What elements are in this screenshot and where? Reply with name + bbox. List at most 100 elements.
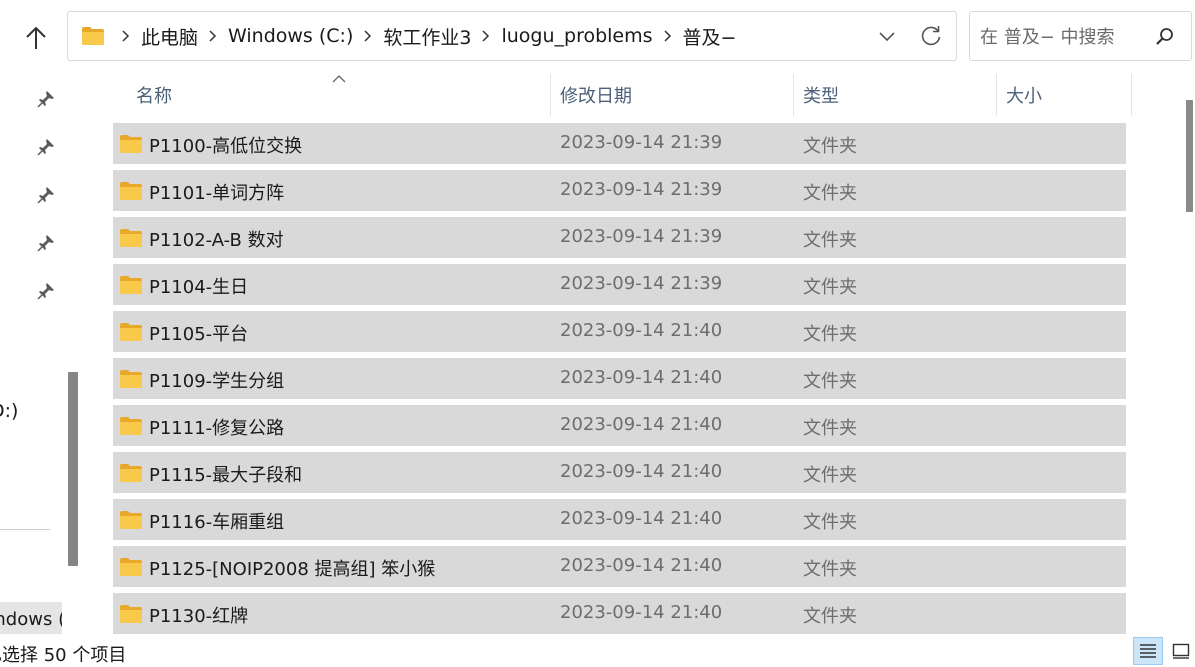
column-header-name[interactable]: 名称 bbox=[127, 74, 551, 116]
row-type: 文件夹 bbox=[803, 371, 857, 392]
address-bar[interactable]: 此电脑 Windows (C:) 软工作业3 luogu_problems 普及… bbox=[67, 11, 957, 61]
chevron-right-icon[interactable] bbox=[471, 30, 501, 42]
file-list-scrollbar[interactable] bbox=[1183, 74, 1195, 634]
chevron-down-icon[interactable] bbox=[878, 26, 896, 50]
column-header-type[interactable]: 类型 bbox=[794, 74, 996, 116]
chevron-right-icon[interactable] bbox=[198, 30, 228, 42]
folder-icon bbox=[119, 369, 143, 394]
table-row[interactable]: P1101-单词方阵 2023-09-14 21:39 文件夹 bbox=[113, 170, 1126, 211]
breadcrumb-windows-c[interactable]: Windows (C:) bbox=[228, 25, 353, 47]
row-name: P1102-A-B 数对 bbox=[149, 230, 284, 251]
row-name: P1130-红牌 bbox=[149, 606, 249, 627]
breadcrumb-this-pc[interactable]: 此电脑 bbox=[141, 23, 198, 50]
row-modified: 2023-09-14 21:40 bbox=[560, 367, 723, 388]
nav-drive-item[interactable]: D:) bbox=[0, 400, 18, 422]
folder-icon bbox=[119, 322, 143, 347]
table-row[interactable]: P1130-红牌 2023-09-14 21:40 文件夹 bbox=[113, 593, 1126, 634]
details-view-button[interactable] bbox=[1133, 637, 1163, 665]
column-header-size[interactable]: 大小 bbox=[997, 74, 1131, 116]
selection-count: 已选择 50 个项目 bbox=[0, 645, 127, 666]
folder-icon bbox=[81, 26, 105, 46]
column-header-modified[interactable]: 修改日期 bbox=[551, 74, 793, 116]
table-row[interactable]: P1116-车厢重组 2023-09-14 21:40 文件夹 bbox=[113, 499, 1126, 540]
row-modified: 2023-09-14 21:39 bbox=[560, 179, 723, 200]
navigation-pane: D:) Windows (C:) bbox=[0, 74, 62, 634]
nav-item-label: Windows (C:) bbox=[0, 609, 62, 630]
breadcrumb-homework[interactable]: 软工作业3 bbox=[383, 23, 471, 50]
status-bar: 已选择 50 个项目 bbox=[0, 634, 1195, 667]
row-name: P1111-修复公路 bbox=[149, 418, 285, 439]
row-type: 文件夹 bbox=[803, 606, 857, 627]
pin-icon[interactable] bbox=[37, 234, 55, 252]
folder-icon bbox=[119, 134, 143, 159]
row-modified: 2023-09-14 21:40 bbox=[560, 320, 723, 341]
breadcrumb-luogu-problems[interactable]: luogu_problems bbox=[501, 25, 652, 47]
row-type: 文件夹 bbox=[803, 465, 857, 486]
row-type: 文件夹 bbox=[803, 324, 857, 345]
row-type: 文件夹 bbox=[803, 418, 857, 439]
row-name: P1104-生日 bbox=[149, 277, 249, 298]
pin-icon[interactable] bbox=[37, 186, 55, 204]
folder-icon bbox=[119, 463, 143, 488]
file-list-scrollbar-thumb[interactable] bbox=[1186, 100, 1193, 212]
pin-icon[interactable] bbox=[37, 90, 55, 108]
chevron-right-icon[interactable] bbox=[111, 30, 141, 42]
row-modified: 2023-09-14 21:39 bbox=[560, 132, 723, 153]
row-type: 文件夹 bbox=[803, 136, 857, 157]
folder-icon bbox=[119, 557, 143, 582]
table-row[interactable]: P1104-生日 2023-09-14 21:39 文件夹 bbox=[113, 264, 1126, 305]
row-name: P1115-最大子段和 bbox=[149, 465, 303, 486]
folder-icon bbox=[119, 181, 143, 206]
pin-icon[interactable] bbox=[37, 138, 55, 156]
row-modified: 2023-09-14 21:39 bbox=[560, 226, 723, 247]
table-row[interactable]: P1111-修复公路 2023-09-14 21:40 文件夹 bbox=[113, 405, 1126, 446]
row-name: P1125-[NOIP2008 提高组] 笨小猴 bbox=[149, 559, 436, 580]
chevron-right-icon[interactable] bbox=[353, 30, 383, 42]
row-name: P1116-车厢重组 bbox=[149, 512, 285, 533]
file-list: 名称 修改日期 类型 大小 P1100-高低位交换 2023-09-14 21:3… bbox=[89, 74, 1139, 634]
nav-divider bbox=[0, 529, 50, 530]
column-divider[interactable] bbox=[1131, 74, 1132, 116]
refresh-icon[interactable] bbox=[919, 24, 943, 52]
table-row[interactable]: P1100-高低位交换 2023-09-14 21:39 文件夹 bbox=[113, 123, 1126, 164]
table-row[interactable]: P1109-学生分组 2023-09-14 21:40 文件夹 bbox=[113, 358, 1126, 399]
row-name: P1101-单词方阵 bbox=[149, 183, 285, 204]
chevron-right-icon[interactable] bbox=[653, 30, 683, 42]
search-icon[interactable] bbox=[1155, 27, 1175, 51]
pin-icon[interactable] bbox=[37, 282, 55, 300]
row-name: P1100-高低位交换 bbox=[149, 136, 303, 157]
folder-icon bbox=[119, 604, 143, 629]
table-row[interactable]: P1102-A-B 数对 2023-09-14 21:39 文件夹 bbox=[113, 217, 1126, 258]
breadcrumb: 此电脑 Windows (C:) 软工作业3 luogu_problems 普及… bbox=[111, 23, 736, 50]
row-type: 文件夹 bbox=[803, 559, 857, 580]
row-modified: 2023-09-14 21:40 bbox=[560, 414, 723, 435]
folder-icon bbox=[119, 416, 143, 441]
folder-icon bbox=[119, 510, 143, 535]
nav-item-windows-c[interactable]: Windows (C:) bbox=[0, 602, 62, 634]
search-input[interactable] bbox=[978, 22, 1152, 52]
folder-icon bbox=[119, 275, 143, 300]
table-row[interactable]: P1125-[NOIP2008 提高组] 笨小猴 2023-09-14 21:40… bbox=[113, 546, 1126, 587]
table-row[interactable]: P1105-平台 2023-09-14 21:40 文件夹 bbox=[113, 311, 1126, 352]
large-icons-view-button[interactable] bbox=[1166, 637, 1195, 665]
row-modified: 2023-09-14 21:40 bbox=[560, 602, 723, 623]
folder-icon bbox=[119, 228, 143, 253]
row-modified: 2023-09-14 21:40 bbox=[560, 508, 723, 529]
row-type: 文件夹 bbox=[803, 277, 857, 298]
details-view-icon bbox=[1140, 644, 1156, 658]
arrow-up-icon bbox=[26, 26, 46, 49]
row-name: P1105-平台 bbox=[149, 324, 249, 345]
large-icons-view-icon bbox=[1172, 643, 1190, 659]
nav-scrollbar[interactable] bbox=[66, 74, 80, 634]
row-type: 文件夹 bbox=[803, 230, 857, 251]
nav-scrollbar-thumb[interactable] bbox=[68, 372, 78, 566]
top-bar: 此电脑 Windows (C:) 软工作业3 luogu_problems 普及… bbox=[0, 0, 1195, 74]
table-row[interactable]: P1115-最大子段和 2023-09-14 21:40 文件夹 bbox=[113, 452, 1126, 493]
row-modified: 2023-09-14 21:40 bbox=[560, 555, 723, 576]
row-type: 文件夹 bbox=[803, 512, 857, 533]
row-type: 文件夹 bbox=[803, 183, 857, 204]
row-modified: 2023-09-14 21:40 bbox=[560, 461, 723, 482]
breadcrumb-current[interactable]: 普及− bbox=[683, 23, 737, 50]
up-button[interactable] bbox=[20, 22, 52, 54]
search-box[interactable] bbox=[969, 11, 1192, 61]
